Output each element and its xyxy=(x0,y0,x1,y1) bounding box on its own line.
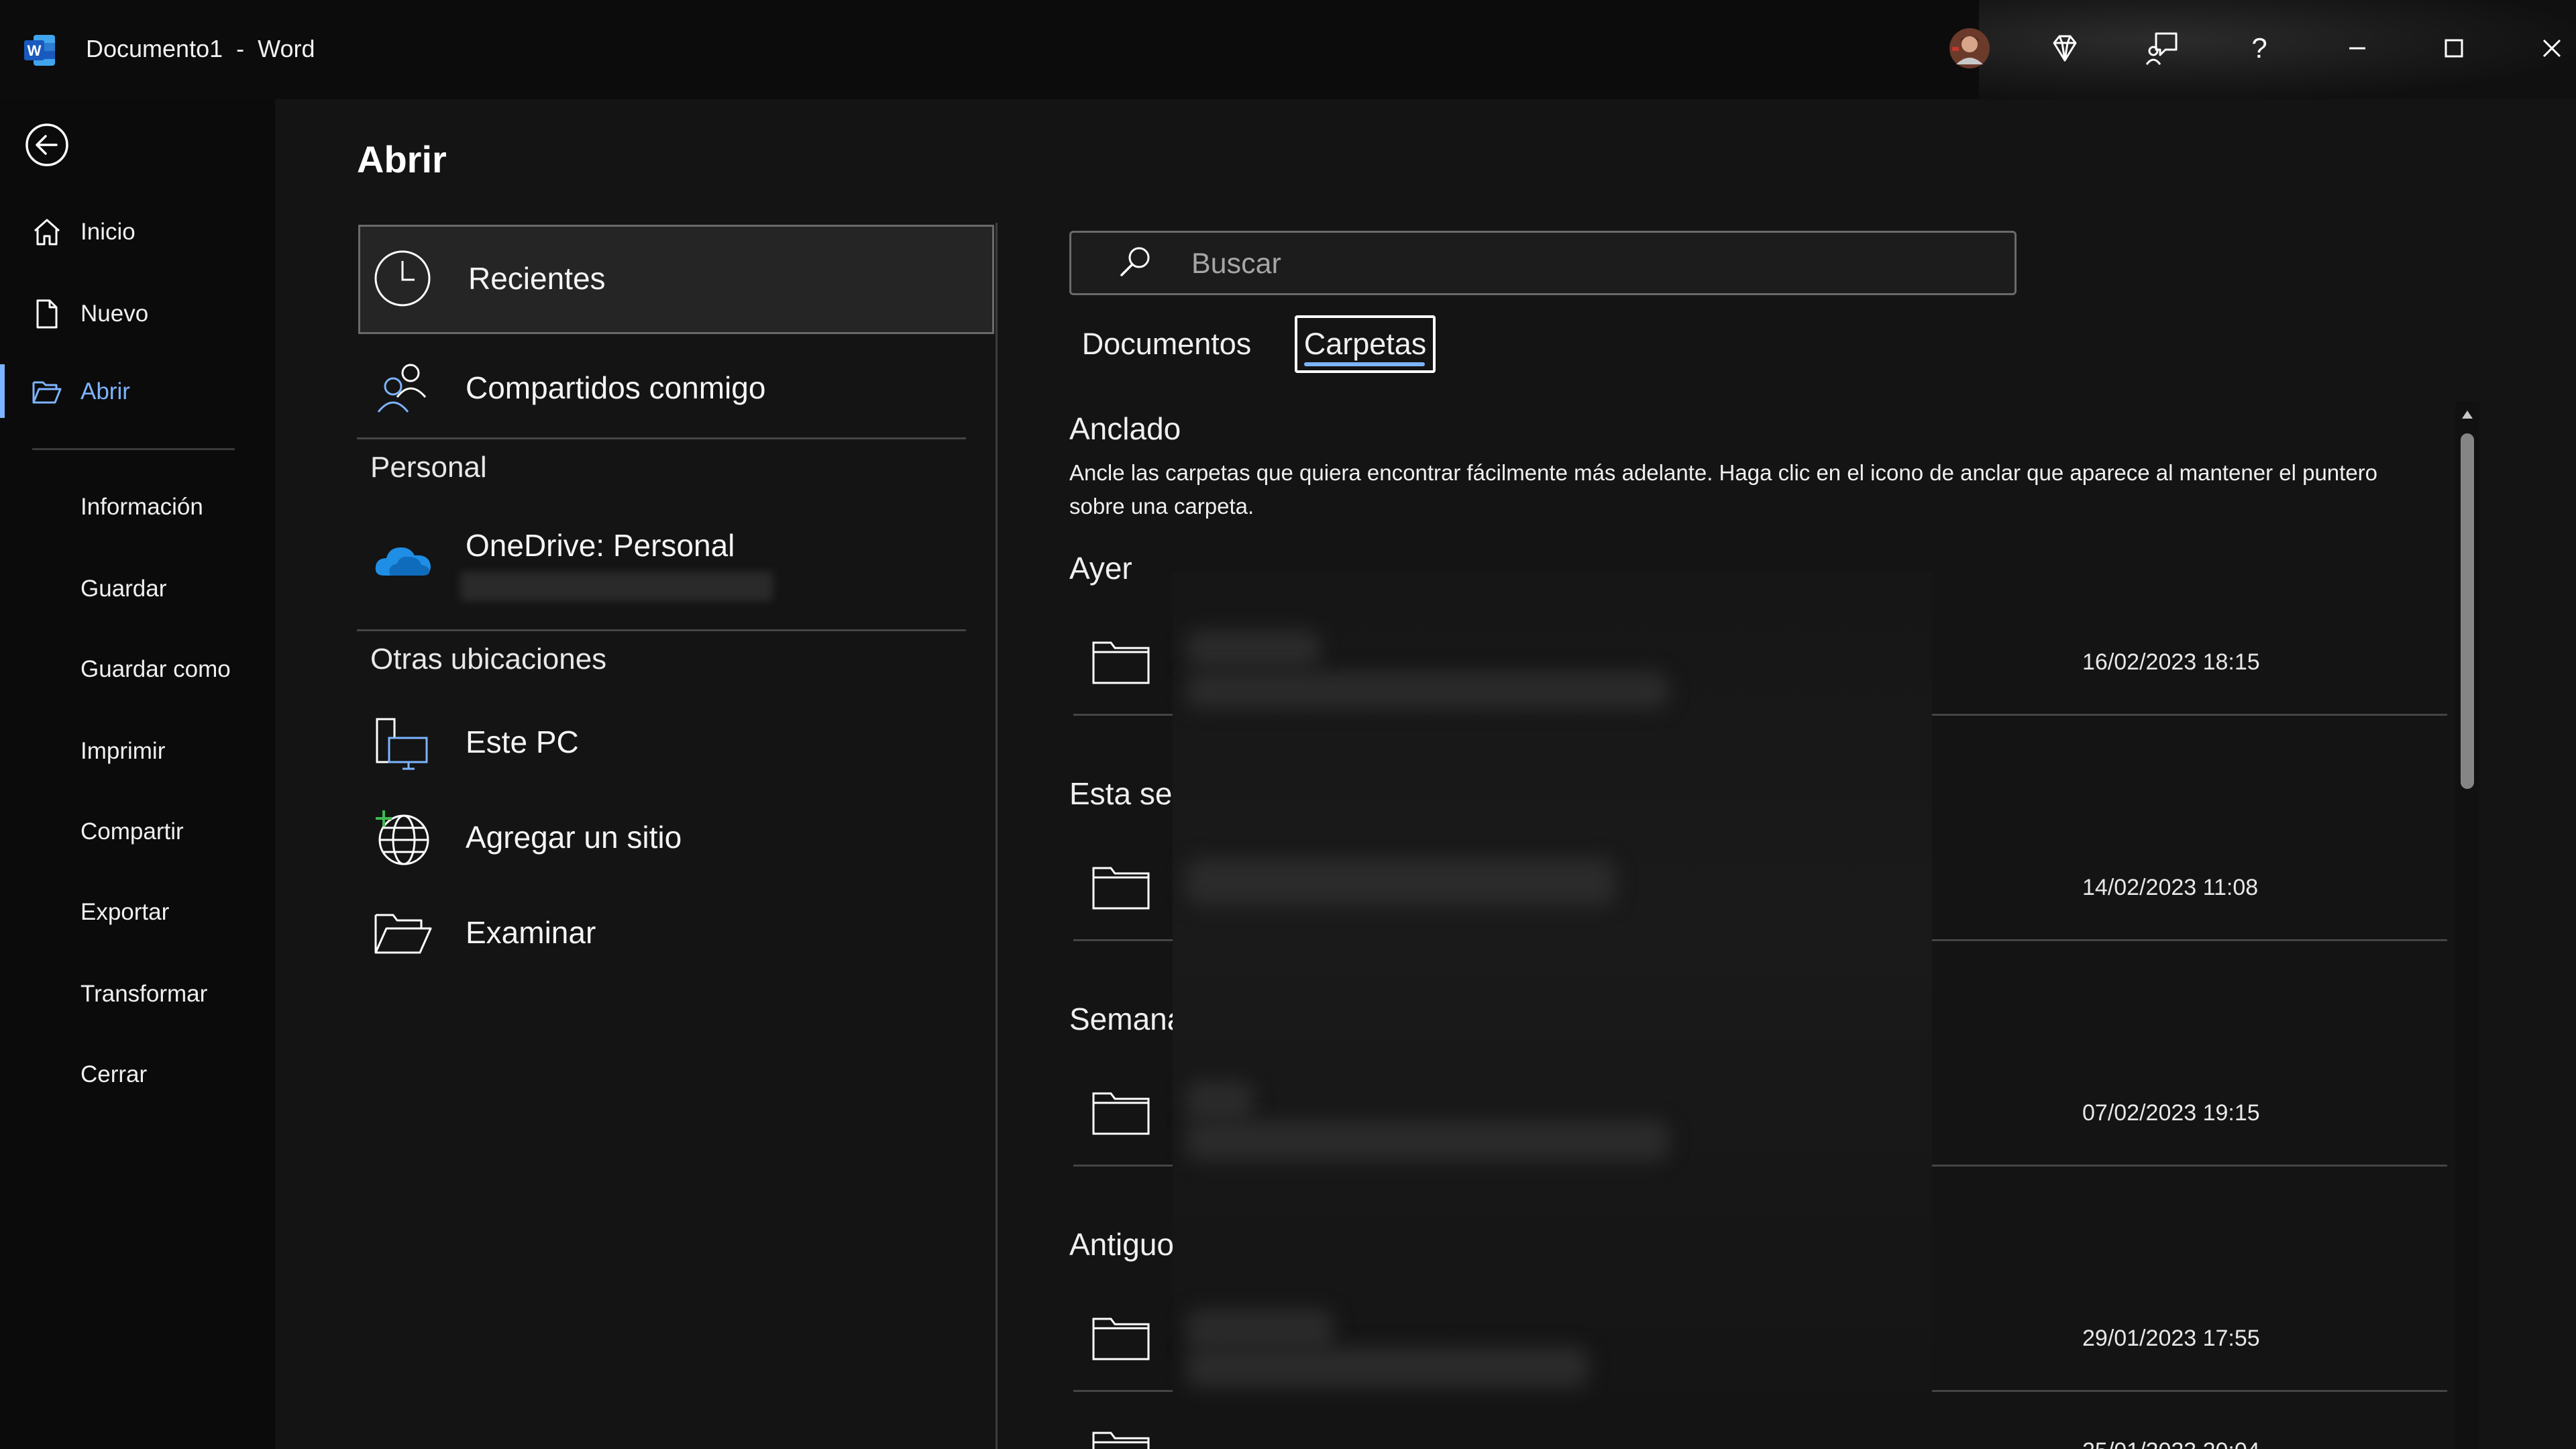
nav-item-inicio[interactable]: Inicio xyxy=(0,200,275,264)
back-arrow-icon[interactable] xyxy=(21,119,72,170)
nav-item-cerrar[interactable]: Cerrar xyxy=(80,1061,147,1088)
section-heading-otras: Otras ubicaciones xyxy=(370,643,607,676)
nav-item-transformar[interactable]: Transformar xyxy=(80,981,207,1008)
location-label-examinar: Examinar xyxy=(466,915,596,950)
tab-documentos[interactable]: Documentos xyxy=(1069,315,1264,373)
folder-row-date: 14/02/2023 11:08 xyxy=(2082,875,2259,900)
folder-icon xyxy=(1092,641,1150,684)
tab-active-underline xyxy=(1304,362,1425,366)
locations-separator xyxy=(357,629,966,631)
nav-label-inicio: Inicio xyxy=(80,219,136,245)
nav-label-abrir: Abrir xyxy=(80,378,130,405)
section-heading-personal: Personal xyxy=(370,451,487,484)
search-input[interactable] xyxy=(1191,247,1996,280)
folder-icon xyxy=(1092,1318,1150,1360)
feedback-button[interactable] xyxy=(2141,27,2184,70)
page-title: Abrir xyxy=(357,138,447,180)
shared-people-icon xyxy=(377,364,427,413)
pinned-description: Ancle las carpetas que quiera encontrar … xyxy=(1069,460,2378,519)
folder-icon xyxy=(1092,1432,1150,1449)
backstage-nav: Inicio Nuevo Abrir Información Guardar G… xyxy=(0,99,275,1449)
help-button[interactable]: ? xyxy=(2238,27,2281,70)
pinned-heading: Anclado xyxy=(1069,411,1181,446)
location-label-onedrive: OneDrive: Personal xyxy=(466,528,735,563)
title-bar: W Documento1 - Word ? xyxy=(0,0,2576,99)
new-document-icon xyxy=(36,299,58,329)
premium-diamond-button[interactable] xyxy=(2043,27,2086,70)
folder-icon xyxy=(1092,867,1150,910)
nav-item-guardar[interactable]: Guardar xyxy=(80,576,166,602)
folder-row-date: 16/02/2023 18:15 xyxy=(2082,649,2260,675)
help-icon: ? xyxy=(2251,32,2267,64)
folder-icon xyxy=(1092,1092,1150,1135)
folder-row-date: 25/01/2023 20:04 xyxy=(2082,1438,2260,1449)
group-heading-semana: Semana xyxy=(1069,1002,1185,1036)
nav-item-nuevo[interactable]: Nuevo xyxy=(0,282,275,346)
add-place-globe-icon xyxy=(376,810,429,865)
nav-item-compartir[interactable]: Compartir xyxy=(80,818,184,845)
folder-row-date: 29/01/2023 17:55 xyxy=(2082,1326,2260,1351)
maximize-button[interactable] xyxy=(2432,27,2475,70)
close-icon xyxy=(2542,39,2561,58)
onedrive-account-redacted xyxy=(460,572,773,601)
nav-item-informacion[interactable]: Información xyxy=(80,494,203,521)
computer-icon xyxy=(376,718,428,770)
browse-folder-icon xyxy=(374,914,432,954)
search-icon xyxy=(1120,247,1150,276)
minimize-icon xyxy=(2349,47,2365,50)
feedback-icon xyxy=(2145,32,2178,65)
location-label-recientes: Recientes xyxy=(468,261,606,296)
locations-separator xyxy=(357,437,966,439)
nav-item-exportar[interactable]: Exportar xyxy=(80,899,169,926)
group-heading-ayer: Ayer xyxy=(1069,551,1132,586)
onedrive-cloud-icon xyxy=(375,547,431,576)
nav-item-imprimir[interactable]: Imprimir xyxy=(80,738,165,765)
redacted-folder-names xyxy=(1173,572,1932,1449)
nav-item-abrir[interactable]: Abrir xyxy=(0,360,275,424)
document-title: Documento1 - Word xyxy=(86,35,315,62)
location-label-agregar: Agregar un sitio xyxy=(466,820,682,855)
word-logo-icon: W xyxy=(24,35,55,66)
nav-label-nuevo: Nuevo xyxy=(80,301,149,327)
folder-row-date: 07/02/2023 19:15 xyxy=(2082,1100,2260,1126)
svg-text:W: W xyxy=(28,42,42,59)
account-avatar[interactable] xyxy=(1948,27,1991,70)
maximize-icon xyxy=(2445,39,2463,58)
scroll-up-arrow-icon[interactable] xyxy=(2461,408,2474,421)
locations-panel-border xyxy=(996,223,998,1449)
clock-icon xyxy=(374,250,431,307)
avatar xyxy=(1949,28,1990,68)
location-label-este-pc: Este PC xyxy=(466,724,579,759)
nav-item-guardar-como[interactable]: Guardar como xyxy=(80,656,231,683)
open-folder-icon xyxy=(32,381,62,404)
close-button[interactable] xyxy=(2530,27,2573,70)
diamond-icon xyxy=(2053,35,2077,62)
scrollbar-thumb[interactable] xyxy=(2461,433,2474,789)
recientes-selected-box xyxy=(358,225,994,334)
location-label-compartidos: Compartidos conmigo xyxy=(466,370,766,405)
home-icon xyxy=(34,219,60,246)
group-heading-antiguo: Antiguo xyxy=(1069,1227,1175,1262)
nav-divider xyxy=(32,448,235,450)
minimize-button[interactable] xyxy=(2336,27,2379,70)
